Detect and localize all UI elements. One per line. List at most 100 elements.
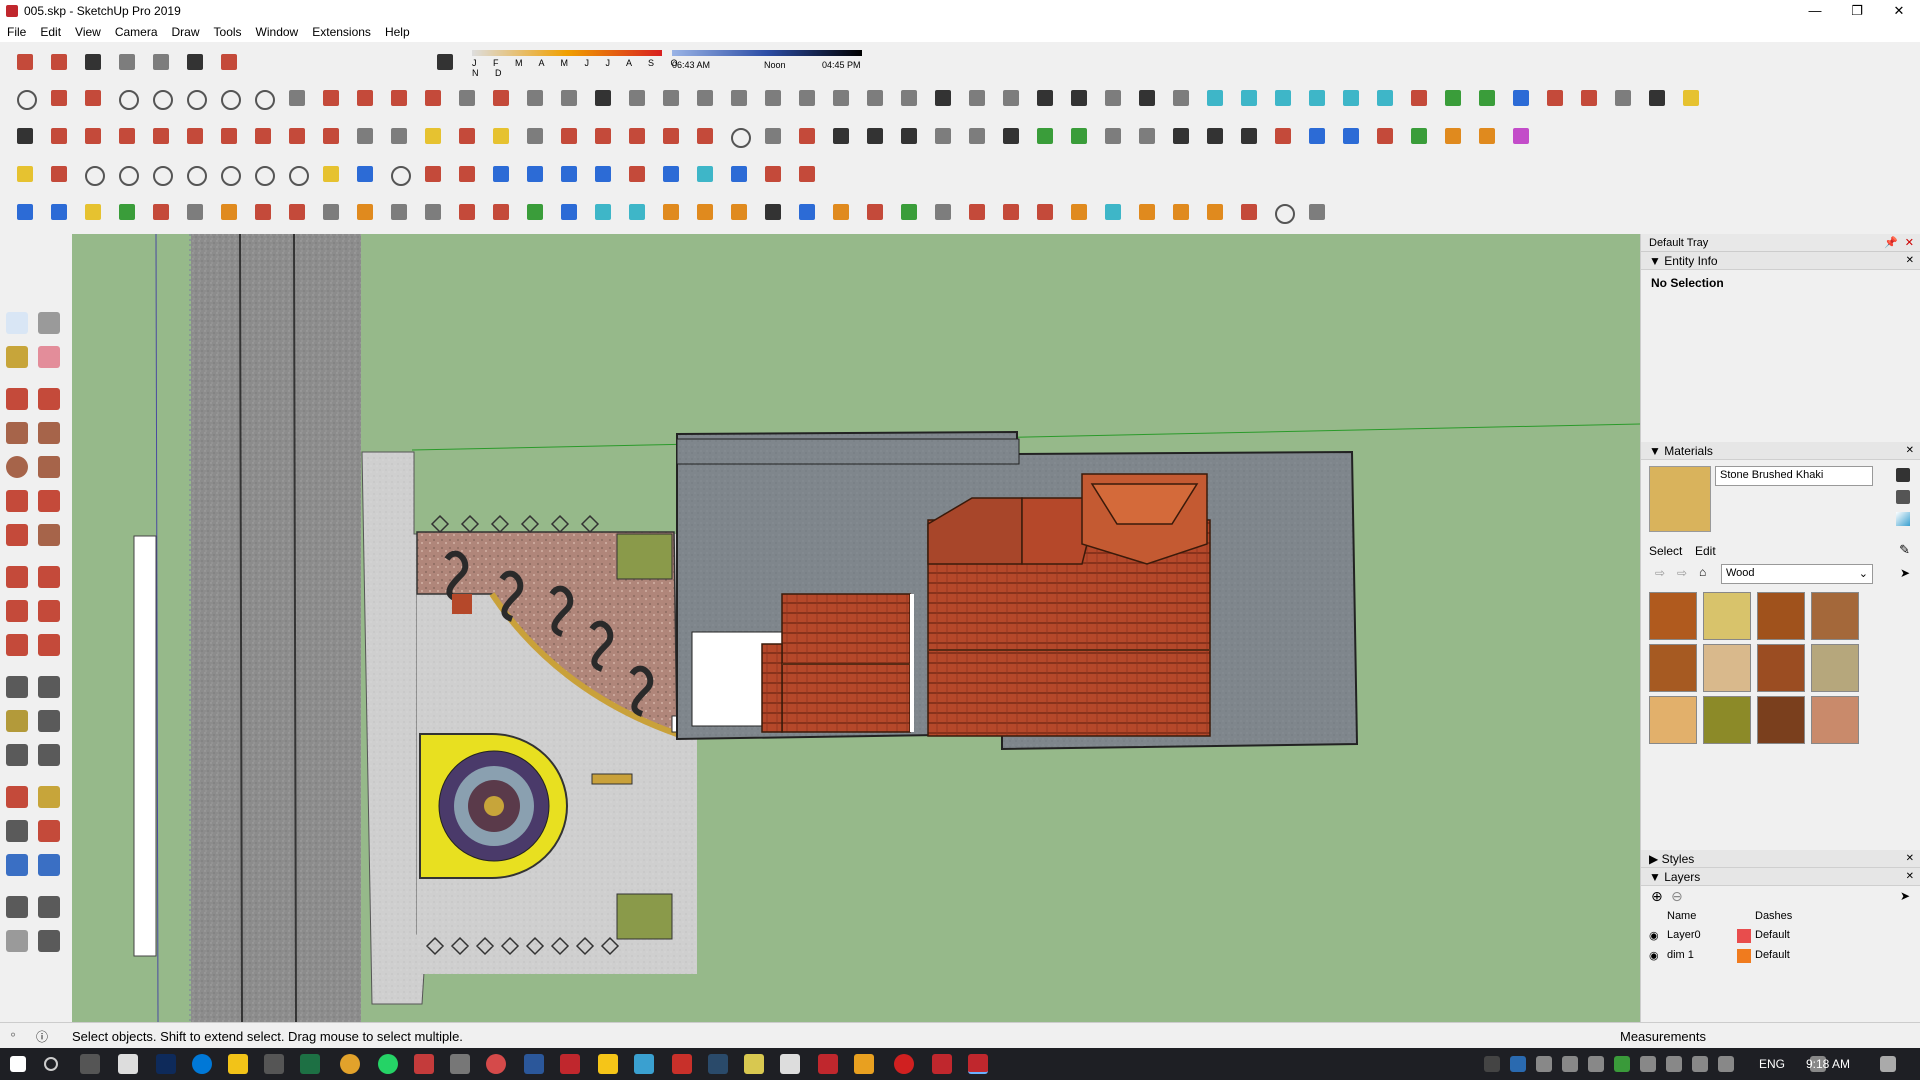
remove-layer-icon[interactable]: ⊖ <box>1671 888 1683 905</box>
scene-prev-icon[interactable] <box>930 123 956 149</box>
rectangle-tool-icon[interactable] <box>148 123 174 149</box>
house-front-icon[interactable] <box>1134 123 1160 149</box>
app-yellow-icon[interactable] <box>744 1054 764 1074</box>
scissor-icon[interactable] <box>828 85 854 111</box>
question-icon[interactable] <box>692 199 718 225</box>
minimize-icon[interactable]: — <box>1794 0 1836 22</box>
material-swatch[interactable] <box>1649 644 1697 692</box>
look-around-icon[interactable] <box>38 896 60 918</box>
hexagon-icon[interactable] <box>1032 199 1058 225</box>
layer-name[interactable]: dim 1 <box>1667 949 1694 961</box>
house-icon[interactable] <box>1168 123 1194 149</box>
plane-blue-icon[interactable] <box>46 199 72 225</box>
layer-row[interactable]: ◉ dim 1 Default <box>1641 946 1920 966</box>
task-view-icon[interactable] <box>80 1054 100 1074</box>
push-pull-icon[interactable] <box>182 123 208 149</box>
lumion-icon[interactable] <box>828 123 854 149</box>
layer-dashes[interactable]: Default <box>1755 949 1790 961</box>
tile-icon[interactable] <box>930 85 956 111</box>
zoom-extents-icon[interactable] <box>556 123 582 149</box>
col-name[interactable]: Name <box>1667 910 1696 922</box>
xray-icon[interactable] <box>80 49 106 75</box>
arc-tool-left-icon[interactable] <box>6 490 28 512</box>
sun-icon[interactable] <box>1678 85 1704 111</box>
cylinder-icon[interactable] <box>1236 85 1262 111</box>
lumion-sync-icon[interactable] <box>794 123 820 149</box>
ruby-icon[interactable] <box>692 123 718 149</box>
circle-tool-left-icon[interactable] <box>6 456 28 478</box>
offset-icon[interactable] <box>114 85 140 111</box>
triangle-icon[interactable] <box>658 199 684 225</box>
spiral-icon[interactable] <box>182 85 208 111</box>
layout-icon[interactable] <box>658 123 684 149</box>
tape-icon[interactable] <box>352 123 378 149</box>
app-blue-icon[interactable] <box>634 1054 654 1074</box>
pan-icon[interactable] <box>488 123 514 149</box>
walk-tool-icon[interactable] <box>6 930 28 952</box>
knife-icon[interactable] <box>794 85 820 111</box>
model-viewport[interactable] <box>72 234 1640 1022</box>
add-layer-icon[interactable]: ⊕ <box>1651 888 1663 905</box>
offset-tool-icon[interactable] <box>38 634 60 656</box>
microphone-icon[interactable] <box>1536 1056 1552 1072</box>
material-swatch[interactable] <box>1649 696 1697 744</box>
stack-green-icon[interactable] <box>896 199 922 225</box>
restore-icon[interactable]: ❐ <box>1836 0 1878 22</box>
app-orange-icon[interactable] <box>486 1054 506 1074</box>
group2-icon[interactable] <box>998 199 1024 225</box>
rect-outline-icon[interactable] <box>80 161 106 187</box>
terrain-icon[interactable] <box>1066 123 1092 149</box>
export-v-icon[interactable] <box>1406 123 1432 149</box>
previous-view-icon[interactable] <box>38 854 60 876</box>
plane-green-icon[interactable] <box>114 199 140 225</box>
diagonal-icon[interactable] <box>658 161 684 187</box>
trim-icon[interactable] <box>352 85 378 111</box>
paint-tool-icon[interactable] <box>6 346 28 368</box>
shape-icon[interactable] <box>216 85 242 111</box>
material-swatch[interactable] <box>1811 696 1859 744</box>
material-swatch[interactable] <box>1811 644 1859 692</box>
select-tool-icon[interactable] <box>6 312 28 334</box>
material-swatch[interactable] <box>1703 644 1751 692</box>
pencil-icon[interactable] <box>80 123 106 149</box>
entity-info-close-icon[interactable]: ✕ <box>1906 252 1914 270</box>
railing-icon[interactable] <box>998 85 1024 111</box>
menu-tools[interactable]: Tools <box>207 22 249 42</box>
phone-icon[interactable] <box>1588 1056 1604 1072</box>
material-swatch[interactable] <box>1703 592 1751 640</box>
sandbox-icon[interactable] <box>1032 123 1058 149</box>
excel-icon[interactable] <box>300 1054 320 1074</box>
grid-orange3-icon[interactable] <box>1202 199 1228 225</box>
eraser-pink-icon[interactable] <box>454 161 480 187</box>
bezier-icon[interactable] <box>46 85 72 111</box>
gear-wheel-icon[interactable] <box>590 85 616 111</box>
text-label-icon[interactable] <box>386 123 412 149</box>
3pt-arc-icon[interactable] <box>6 524 28 546</box>
section-tool-icon[interactable] <box>38 930 60 952</box>
zoom-extents-tool-icon[interactable] <box>6 854 28 876</box>
spin-icon[interactable] <box>1134 85 1160 111</box>
dimension-icon[interactable] <box>1440 85 1466 111</box>
app-gray-icon[interactable] <box>450 1054 470 1074</box>
volume-icon[interactable] <box>1692 1056 1708 1072</box>
intersect-icon[interactable] <box>386 85 412 111</box>
sketchup-active-icon[interactable] <box>968 1054 988 1074</box>
top-view-icon[interactable] <box>46 49 72 75</box>
styles-close-icon[interactable]: ✕ <box>1906 850 1914 868</box>
move-tool-icon[interactable] <box>6 566 28 588</box>
menu-extensions[interactable]: Extensions <box>305 22 378 42</box>
window-red-icon[interactable] <box>250 199 276 225</box>
cloud-icon[interactable] <box>1640 1056 1656 1072</box>
rotated-rect-icon[interactable] <box>38 422 60 444</box>
arc-tool-icon[interactable] <box>114 123 140 149</box>
ellipse-icon[interactable] <box>148 161 174 187</box>
scene-next-icon[interactable] <box>964 123 990 149</box>
join-icon[interactable] <box>80 85 106 111</box>
menu-camera[interactable]: Camera <box>108 22 165 42</box>
protractor-icon[interactable] <box>1474 85 1500 111</box>
orbit-icon[interactable] <box>454 123 480 149</box>
sticky-notes-icon[interactable] <box>598 1054 618 1074</box>
2pt-arc-icon[interactable] <box>38 490 60 512</box>
notifications-icon[interactable] <box>1880 1056 1896 1072</box>
redo-red-icon[interactable] <box>760 161 786 187</box>
